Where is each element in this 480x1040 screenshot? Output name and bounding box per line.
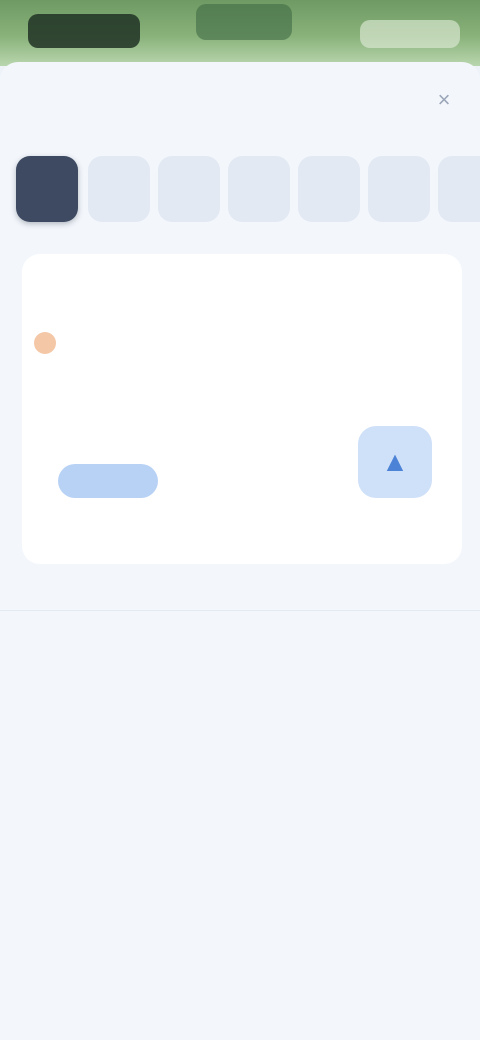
info-section [40, 972, 440, 980]
primary-action-button[interactable] [58, 464, 158, 498]
author-row[interactable] [34, 326, 354, 358]
thumbnail-item[interactable] [298, 156, 360, 222]
info-section [40, 764, 440, 772]
thumbnail-item[interactable] [368, 156, 430, 222]
brand-badge[interactable] [28, 14, 140, 48]
center-banner-element [196, 4, 292, 40]
info-section [40, 932, 440, 940]
arrow-up-icon: ▲ [381, 446, 409, 477]
avatar [34, 332, 56, 354]
content-card: ▲ [22, 254, 462, 564]
close-icon[interactable]: × [430, 86, 458, 114]
top-banner [0, 0, 480, 66]
action-icon-button[interactable]: ▲ [358, 426, 432, 498]
thumbnail-item[interactable] [16, 156, 78, 222]
thumbnail-item[interactable] [88, 156, 150, 222]
right-banner-element[interactable] [360, 20, 460, 48]
info-section [40, 582, 440, 590]
divider [0, 610, 480, 611]
thumbnail-item[interactable] [228, 156, 290, 222]
bottom-sheet: × ▲ [0, 62, 480, 1040]
thumbnail-strip[interactable] [16, 156, 480, 228]
thumbnail-item[interactable] [438, 156, 480, 222]
thumbnail-item[interactable] [158, 156, 220, 222]
